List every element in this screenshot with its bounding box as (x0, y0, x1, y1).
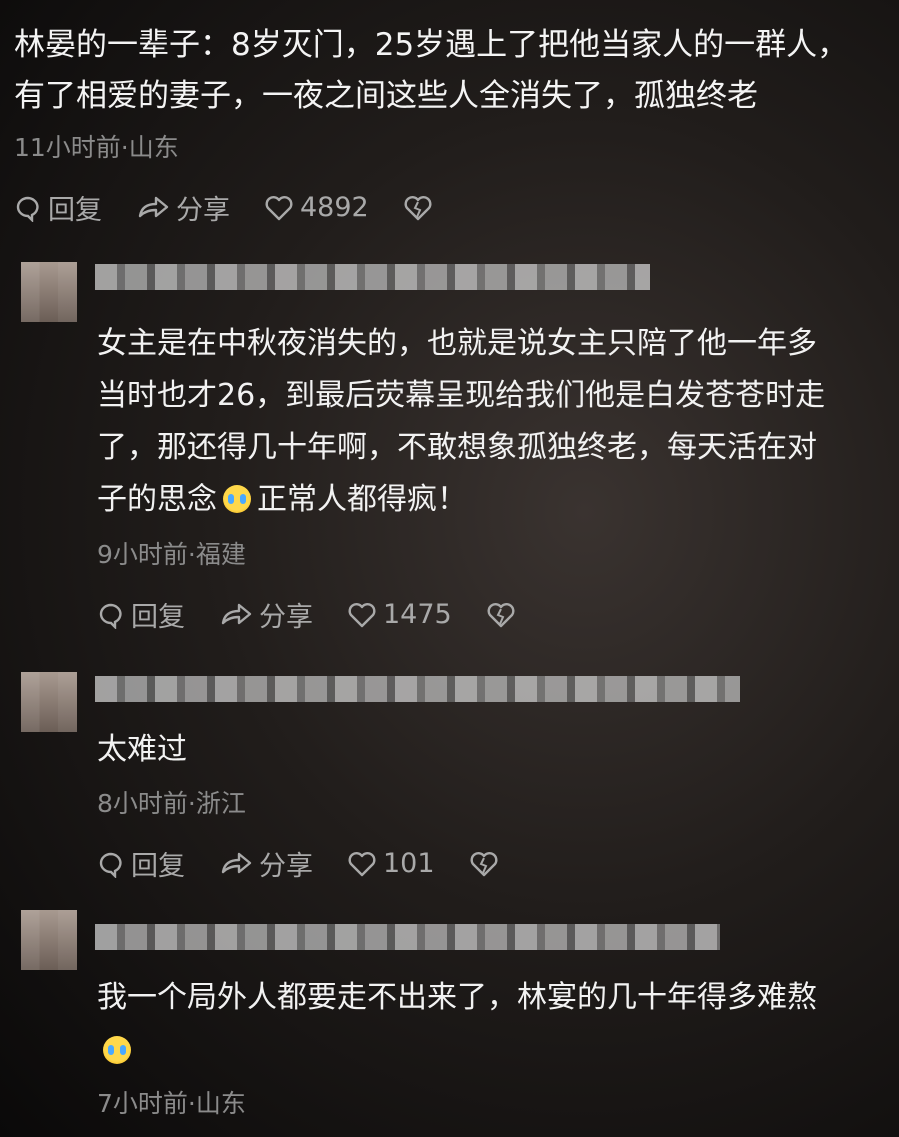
comment-meta: 7小时前·山东 (97, 1089, 246, 1118)
broken-heart-icon (404, 195, 432, 220)
comment-meta: 8小时前·浙江 (97, 789, 246, 818)
username-blurred[interactable] (95, 924, 720, 950)
avatar[interactable] (21, 910, 77, 970)
reply-bubble-icon (99, 603, 122, 629)
reply-bubble-icon (99, 852, 122, 878)
crying-face-emoji (223, 485, 251, 513)
comment-actions: 回复 分享 1475 (97, 595, 556, 634)
post-meta: 11小时前·山东 (14, 133, 179, 162)
avatar[interactable] (21, 672, 77, 732)
comment-actions: 回复 分享 101 (97, 844, 539, 883)
post-actions: 回复 分享 4892 (14, 188, 473, 227)
comment-text: 我一个局外人都要走不出来了，林宴的几十年得多难熬 (97, 980, 817, 1015)
share-button[interactable]: 分享 (219, 844, 313, 883)
share-button[interactable]: 分享 (136, 188, 230, 227)
share-label: 分享 (259, 602, 313, 633)
username-blurred[interactable] (95, 264, 650, 290)
comment-text: 太难过 (97, 732, 187, 767)
comment-meta: 9小时前·福建 (97, 540, 246, 569)
comment-text-part2: 正常人都得疯！ (257, 482, 467, 517)
post-text: 林晏的一辈子：8岁灭门，25岁遇上了把他当家人的一群人， 有了相爱的妻子，一夜之… (14, 27, 849, 114)
reply-label: 回复 (48, 195, 102, 226)
share-arrow-icon (221, 603, 252, 624)
reply-label: 回复 (131, 851, 185, 882)
avatar[interactable] (21, 262, 77, 322)
heart-icon (348, 851, 376, 876)
username-blurred[interactable] (95, 676, 740, 702)
broken-heart-icon (487, 602, 515, 627)
broken-heart-icon (470, 851, 498, 876)
reply-button[interactable]: 回复 (97, 844, 185, 883)
heart-icon (265, 195, 293, 220)
like-count: 1475 (383, 599, 452, 630)
reply-button[interactable]: 回复 (97, 595, 185, 634)
like-button[interactable]: 101 (347, 848, 435, 879)
like-count: 101 (383, 848, 435, 879)
dislike-button[interactable] (469, 850, 505, 878)
reply-button[interactable]: 回复 (14, 188, 102, 227)
reply-label: 回复 (131, 602, 185, 633)
like-button[interactable]: 4892 (264, 192, 369, 223)
like-button[interactable]: 1475 (347, 599, 452, 630)
comment-text: 女主是在中秋夜消失的，也就是说女主只陪了他一年多 当时也才26，到最后荧幕呈现给… (97, 318, 899, 526)
share-button[interactable]: 分享 (219, 595, 313, 634)
comment-emoji-line (103, 1036, 131, 1064)
dislike-button[interactable] (486, 601, 522, 629)
dislike-button[interactable] (403, 194, 439, 222)
share-label: 分享 (259, 851, 313, 882)
crying-face-emoji (103, 1036, 131, 1064)
like-count: 4892 (300, 192, 369, 223)
share-label: 分享 (176, 195, 230, 226)
reply-bubble-icon (16, 196, 39, 222)
heart-icon (348, 602, 376, 627)
share-arrow-icon (138, 196, 169, 217)
share-arrow-icon (221, 852, 252, 873)
